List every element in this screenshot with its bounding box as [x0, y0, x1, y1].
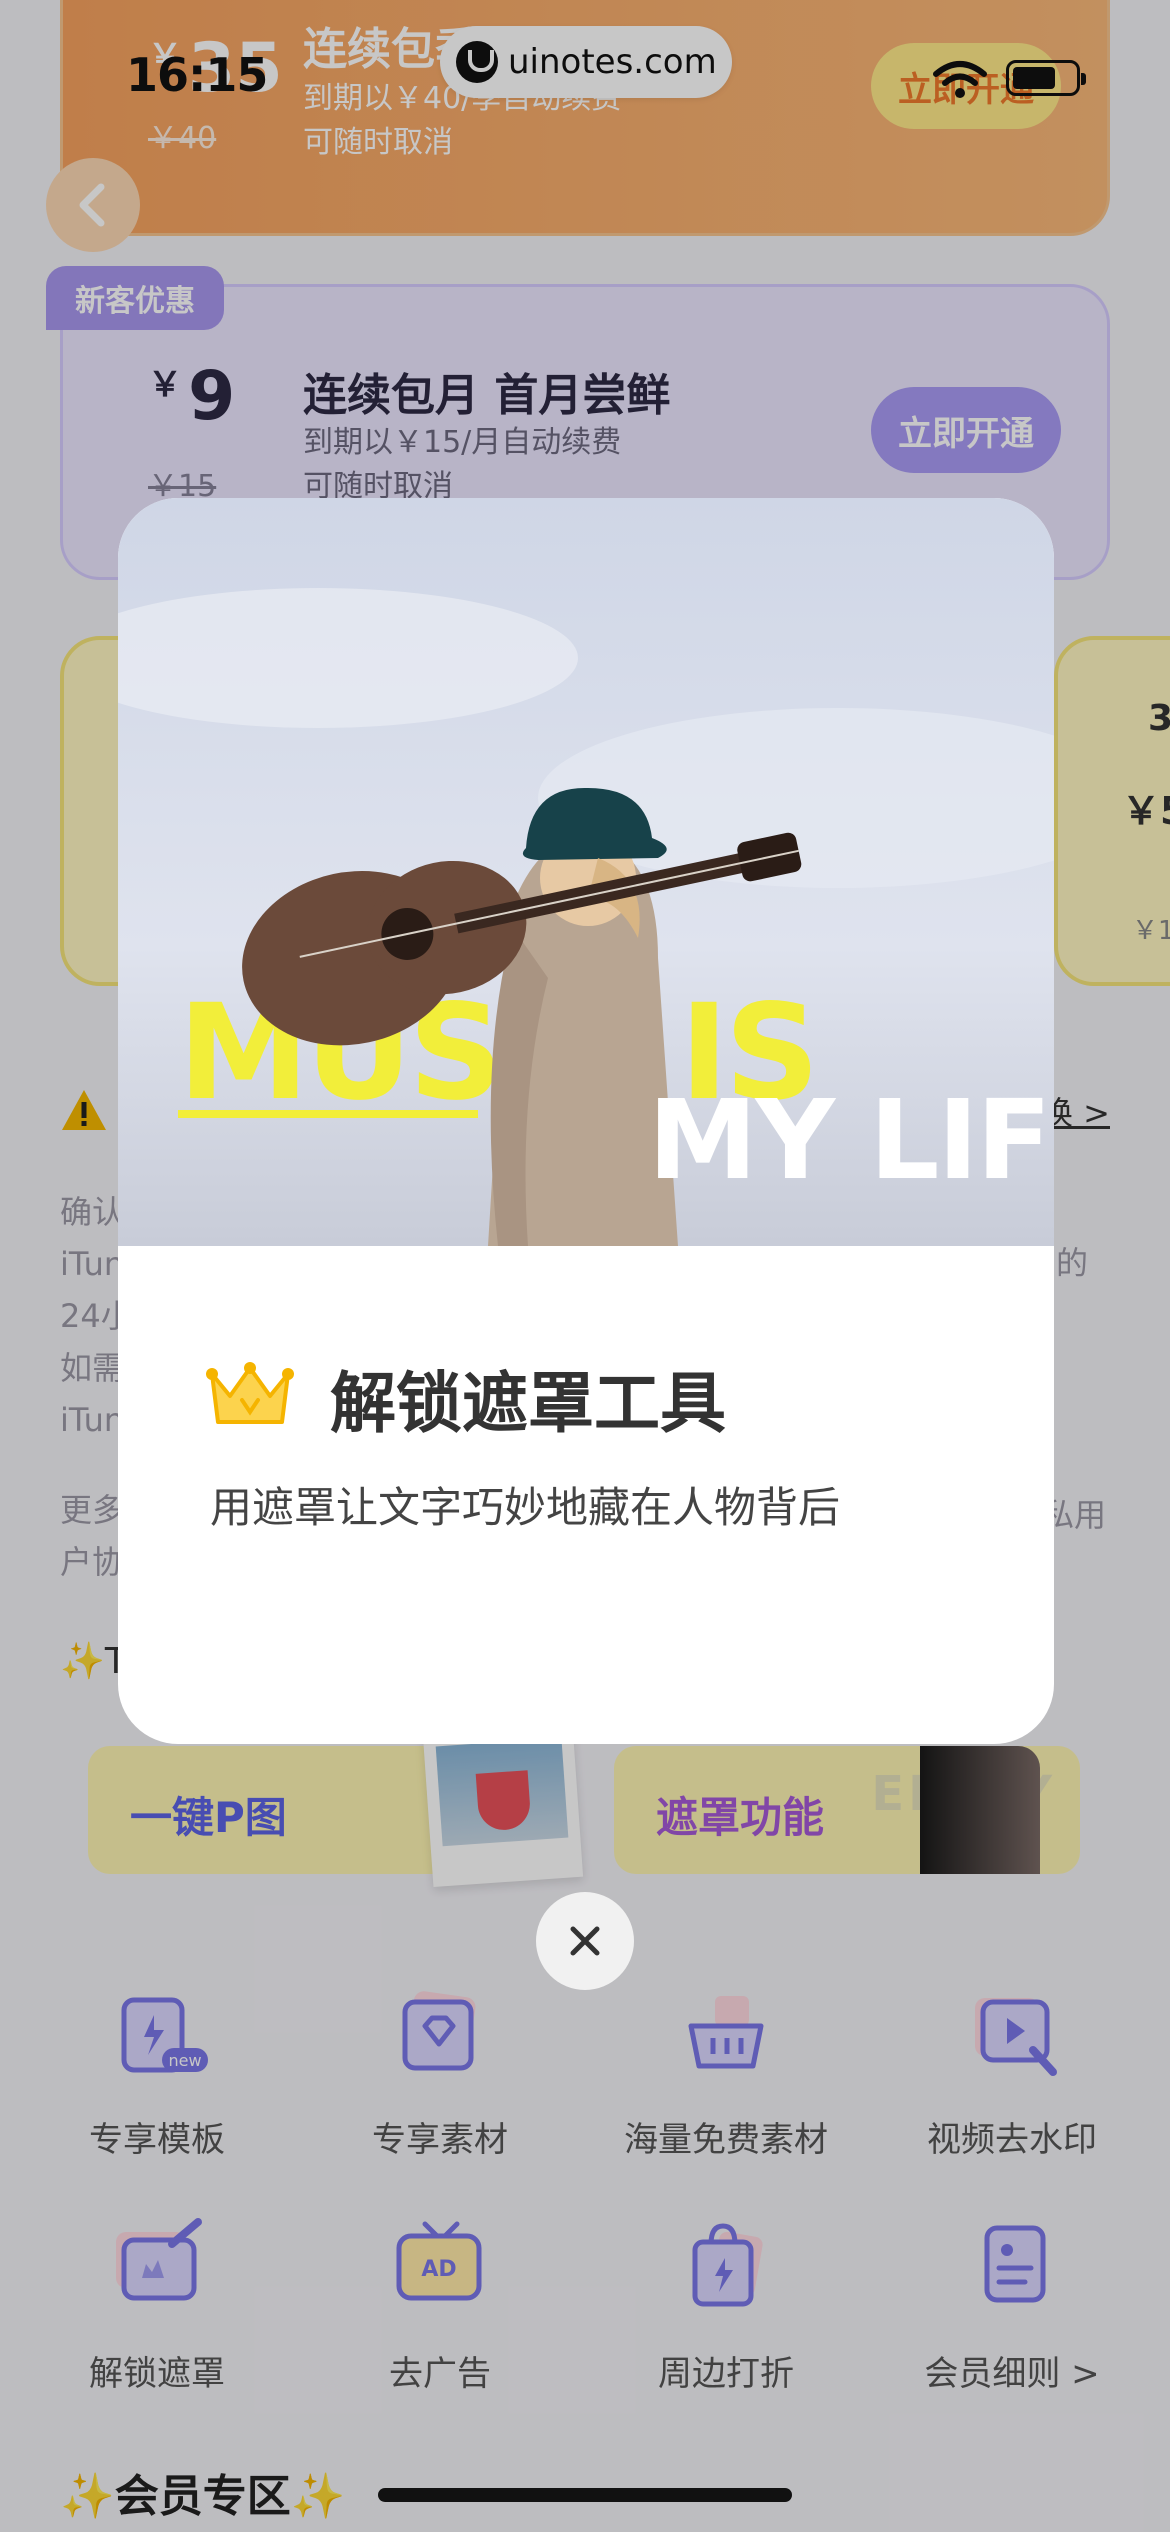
close-icon — [570, 1926, 600, 1956]
hero-image: MUSIC IS MY LIFE — [118, 498, 1054, 1246]
home-indicator[interactable] — [378, 2488, 792, 2502]
modal-title: 解锁遮罩工具 — [330, 1365, 726, 1442]
hero-text-my-life: MY LIFE — [648, 1076, 1054, 1204]
unlock-mask-modal: MUSIC IS MY LIFE 解锁遮罩工具 用遮罩让文字巧妙地藏在人物背后 — [118, 498, 1054, 1744]
modal-description: 用遮罩让文字巧妙地藏在人物背后 — [210, 1483, 841, 1532]
close-modal-button[interactable] — [536, 1892, 634, 1990]
hero-underline — [178, 1110, 478, 1118]
crown-icon — [206, 1362, 294, 1424]
